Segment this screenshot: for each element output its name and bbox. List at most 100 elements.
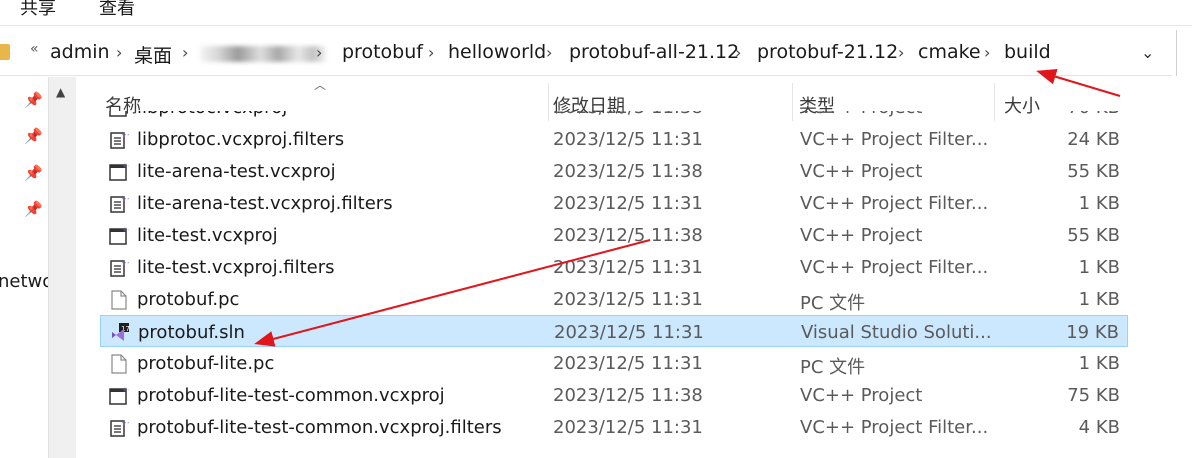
pin-icon[interactable]: 📌 (24, 127, 43, 145)
file-name: libprotoc.vcxproj (137, 111, 287, 118)
file-name: protobuf-lite-test-common.vcxproj.filter… (137, 417, 502, 438)
svg-text:++: ++ (121, 131, 129, 139)
address-bar[interactable]: « admin › 桌面 › › protobuf › helloworld ›… (0, 30, 1172, 76)
scroll-up-icon[interactable]: ▲ (56, 85, 65, 99)
file-date: 2023/12/5 11:38 (553, 161, 703, 182)
file-row[interactable]: ++ lite-test.vcxproj 2023/12/5 11:38 VC++ P… (100, 219, 1128, 251)
filters-icon: ++ (109, 258, 133, 278)
file-date: 2023/12/5 11:31 (554, 322, 704, 343)
ribbon: 共享 查看 (0, 0, 1192, 26)
refresh-button[interactable] (1176, 30, 1192, 76)
breadcrumb-build[interactable]: build (1004, 41, 1051, 63)
file-row[interactable]: ++ protobuf-lite-test-common.vcxproj 2023/… (100, 379, 1128, 411)
file-name: protobuf-lite-test-common.vcxproj (137, 385, 445, 406)
file-row[interactable]: ++ protobuf-lite-test-common.vcxproj.filt… (100, 411, 1128, 443)
filters-icon: ++ (109, 130, 133, 150)
breadcrumb-cmake[interactable]: cmake (918, 41, 981, 63)
file-size: 1 KB (1078, 353, 1120, 374)
file-name: lite-arena-test.vcxproj.filters (137, 193, 393, 214)
svg-text:++: ++ (121, 195, 129, 203)
file-date: 2023/12/5 11:31 (553, 257, 703, 278)
file-name: protobuf-lite.pc (137, 353, 275, 374)
breadcrumb-helloworld[interactable]: helloworld (448, 41, 546, 63)
pin-icon[interactable]: 📌 (24, 91, 43, 109)
file-type: PC 文件 (800, 293, 866, 314)
chevron-right-icon[interactable]: › (116, 43, 122, 62)
breadcrumb-protobuf-all[interactable]: protobuf-all-21.12 (569, 41, 739, 63)
file-size: 75 KB (1067, 385, 1120, 406)
nav-item-network[interactable]: netwo (0, 271, 53, 292)
svg-text:++: ++ (122, 386, 129, 394)
tab-share[interactable]: 共享 (20, 0, 56, 20)
file-size: 1 KB (1078, 193, 1120, 214)
file-row[interactable]: protobuf.pc 2023/12/5 11:31 PC 文件 1 KB (100, 283, 1128, 315)
breadcrumb-overflow[interactable]: « (30, 41, 39, 57)
chevron-right-icon[interactable]: › (735, 43, 741, 62)
folder-icon (0, 44, 10, 60)
file-name: lite-test.vcxproj.filters (137, 257, 335, 278)
file-name: libprotoc.vcxproj.filters (137, 129, 345, 150)
chevron-right-icon[interactable]: › (316, 43, 322, 62)
file-icon (109, 354, 129, 374)
chevron-right-icon[interactable]: › (984, 43, 990, 62)
file-size: 4 KB (1078, 417, 1120, 438)
file-date: 2023/12/5 11:38 (553, 225, 703, 246)
file-list: ++ libprotoc.vcxproj 2023/12/5 11:38 VC++ P… (100, 111, 1130, 458)
file-size: 55 KB (1067, 161, 1120, 182)
breadcrumb-desktop[interactable]: 桌面 (134, 41, 172, 68)
file-row-selected[interactable]: 17 protobuf.sln 2023/12/5 11:31 Visual Stud… (100, 315, 1128, 347)
filters-icon: ++ (109, 194, 133, 214)
file-row[interactable]: protobuf-lite.pc 2023/12/5 11:31 PC 文件 1 KB (100, 347, 1128, 379)
file-row[interactable]: ++ libprotoc.vcxproj.filters 2023/12/5 11:… (100, 123, 1128, 155)
sln-icon: 17 (110, 323, 130, 343)
svg-text:++: ++ (122, 162, 129, 170)
chevron-right-icon[interactable]: › (898, 43, 904, 62)
file-type: VC++ Project Filter... (800, 417, 989, 438)
file-size: 70 KB (1067, 111, 1120, 118)
filters-icon: ++ (109, 418, 133, 438)
vcxproj-icon: ++ (109, 162, 134, 182)
file-type: PC 文件 (800, 357, 866, 378)
file-row[interactable]: ++ lite-test.vcxproj.filters 2023/12/5 11:… (100, 251, 1128, 283)
breadcrumb-protobuf[interactable]: protobuf (342, 41, 423, 63)
chevron-down-icon[interactable]: ⌄ (1141, 43, 1154, 62)
navigation-pane: 📌 📌 📌 📌 netwo ▲ (0, 77, 76, 458)
sort-ascending-icon: ︿ (314, 78, 327, 92)
file-size: 1 KB (1078, 257, 1120, 278)
file-size: 1 KB (1078, 289, 1120, 310)
file-type: VC++ Project (800, 385, 923, 406)
tab-view[interactable]: 查看 (99, 0, 135, 20)
chevron-right-icon[interactable]: › (428, 43, 434, 62)
file-row[interactable]: ++ lite-arena-test.vcxproj 2023/12/5 11:38… (100, 155, 1128, 187)
svg-text:++: ++ (122, 226, 129, 234)
pin-icon[interactable]: 📌 (24, 164, 43, 182)
file-type: VC++ Project Filter... (800, 129, 989, 150)
vcxproj-icon: ++ (109, 386, 134, 406)
file-name: protobuf.pc (137, 289, 240, 310)
breadcrumb-admin[interactable]: admin (50, 41, 110, 63)
file-date: 2023/12/5 11:31 (553, 289, 703, 310)
file-icon (109, 290, 129, 310)
file-row[interactable]: ++ lite-arena-test.vcxproj.filters 2023/12… (100, 187, 1128, 219)
svg-text:++: ++ (121, 419, 129, 427)
file-date: 2023/12/5 11:31 (553, 353, 703, 374)
nav-scrollbar[interactable]: ▲ (48, 77, 76, 458)
file-type: VC++ Project (800, 161, 923, 182)
file-date: 2023/12/5 11:31 (553, 129, 703, 150)
pin-icon[interactable]: 📌 (24, 200, 43, 218)
chevron-right-icon[interactable]: › (182, 43, 188, 62)
file-type: VC++ Project (800, 225, 923, 246)
chevron-right-icon[interactable]: › (546, 43, 552, 62)
file-date: 2023/12/5 11:38 (553, 385, 703, 406)
file-date: 2023/12/5 11:31 (553, 193, 703, 214)
file-type: Visual Studio Soluti... (801, 322, 992, 343)
svg-text:++: ++ (121, 259, 129, 267)
breadcrumb-protobuf-2112[interactable]: protobuf-21.12 (757, 41, 898, 63)
file-date: 2023/12/5 11:38 (553, 111, 703, 118)
file-name: protobuf.sln (138, 322, 245, 343)
file-name: lite-test.vcxproj (137, 225, 278, 246)
file-row[interactable]: ++ libprotoc.vcxproj 2023/12/5 11:38 VC++ P… (100, 111, 1128, 123)
file-size: 24 KB (1067, 129, 1120, 150)
vcxproj-icon: ++ (109, 226, 134, 246)
file-size: 55 KB (1067, 225, 1120, 246)
